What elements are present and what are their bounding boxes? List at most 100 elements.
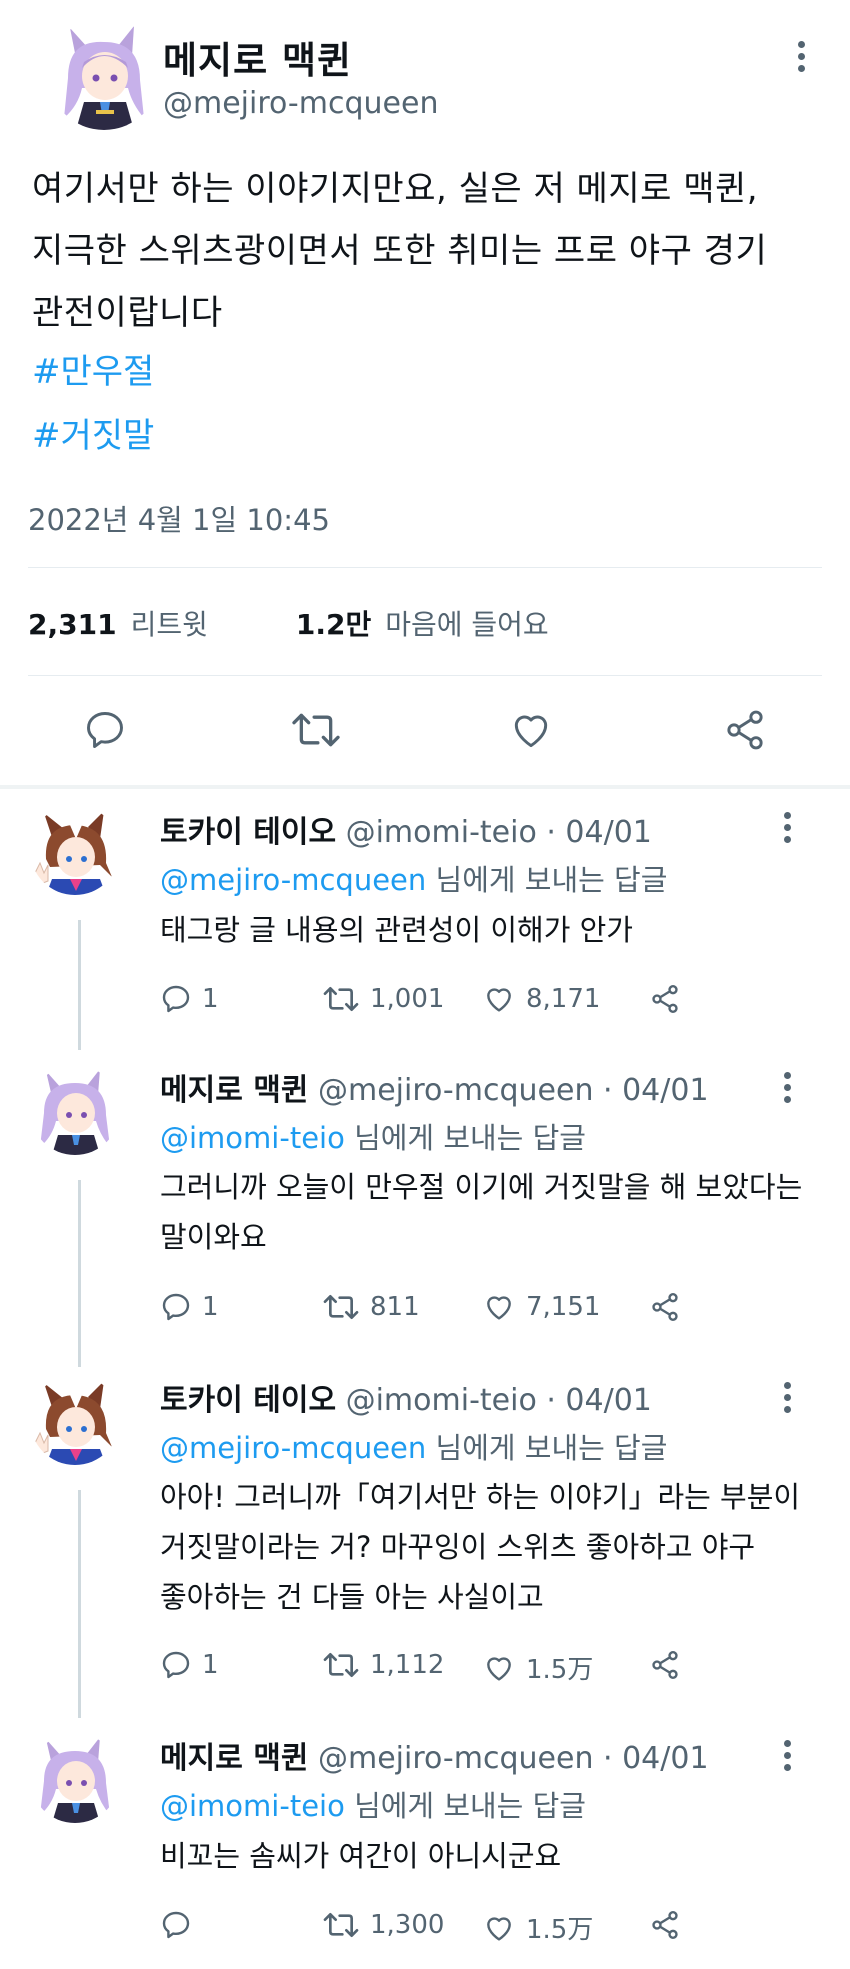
like-count: 1.5万 xyxy=(526,1655,594,1685)
likes-label[interactable]: 마음에 들어요 xyxy=(385,608,548,641)
more-options-icon[interactable] xyxy=(786,36,816,76)
teio-avatar[interactable] xyxy=(30,805,120,895)
reply-tweet[interactable]: 토카이 테이오 @imomi-teio · 04/01 @mejiro-mcqu… xyxy=(0,1361,850,1721)
reply-to-handle-link[interactable]: @imomi-teio xyxy=(160,1789,345,1823)
like-heart-icon[interactable] xyxy=(508,708,554,756)
reply-header: 토카이 테이오 @imomi-teio · 04/01 xyxy=(160,807,652,851)
retweet-icon[interactable] xyxy=(290,708,342,756)
reply-handle-date[interactable]: @imomi-teio · 04/01 xyxy=(346,815,652,850)
reply-text-line: 거짓말이라는 거? 마꾸잉이 스위츠 좋아하고 야구 xyxy=(160,1530,756,1564)
divider xyxy=(28,675,822,676)
like-button[interactable]: 8,171 xyxy=(482,983,600,1015)
reply-count: 1 xyxy=(202,1650,219,1680)
retweet-count: 1,112 xyxy=(370,1650,445,1680)
reply-author-name[interactable]: 메지로 맥퀸 xyxy=(160,1073,308,1108)
reply-author-name[interactable]: 메지로 맥퀸 xyxy=(160,1741,308,1776)
more-options-icon[interactable] xyxy=(772,1735,802,1775)
reply-author-name[interactable]: 토카이 테이오 xyxy=(160,815,336,850)
reply-handle-date[interactable]: @mejiro-mcqueen · 04/01 xyxy=(318,1741,709,1776)
like-count: 1.5万 xyxy=(526,1915,594,1945)
reply-text-line: 좋아하는 건 다들 아는 사실이고 xyxy=(160,1580,544,1614)
reply-to-handle-link[interactable]: @mejiro-mcqueen xyxy=(160,1431,426,1465)
reply-text-line: 아아! 그러니까「여기서만 하는 이야기」라는 부분이 xyxy=(160,1480,801,1514)
reply-actions: 1 1,001 8,171 xyxy=(160,983,720,1023)
tweet-stats: 2,311 리트윗 1.2만 마음에 들어요 xyxy=(28,603,549,643)
main-tweet-actions xyxy=(0,700,850,760)
reply-text-line: 말이와요 xyxy=(160,1220,267,1254)
reply-actions: 1 811 7,151 xyxy=(160,1291,720,1331)
divider xyxy=(28,567,822,568)
reply-to-handle-link[interactable]: @mejiro-mcqueen xyxy=(160,863,426,897)
mcqueen-avatar[interactable] xyxy=(30,1733,120,1823)
share-icon[interactable] xyxy=(648,983,682,1015)
share-icon[interactable] xyxy=(648,1291,682,1323)
retweet-button[interactable]: 1,001 xyxy=(322,983,444,1015)
reply-header: 메지로 맥퀸 @mejiro-mcqueen · 04/01 xyxy=(160,1065,709,1109)
tweet-text: 여기서만 하는 이야기지만요, 실은 저 메지로 맥퀸, 지극한 스위츠광이면서… xyxy=(32,158,822,344)
replying-to: @imomi-teio 님에게 보내는 답글 xyxy=(160,1115,586,1157)
like-count: 7,151 xyxy=(526,1292,601,1322)
like-count: 8,171 xyxy=(526,984,601,1014)
more-options-icon[interactable] xyxy=(772,807,802,847)
author-name[interactable]: 메지로 맥퀸 xyxy=(163,30,352,84)
reply-text-line: 태그랑 글 내용의 관련성이 이해가 안가 xyxy=(160,913,633,947)
tweet-text-line: 관전이랍니다 xyxy=(32,293,223,333)
replying-to: @imomi-teio 님에게 보내는 답글 xyxy=(160,1783,586,1825)
reply-button[interactable]: 1 xyxy=(160,983,219,1015)
reply-handle-date[interactable]: @mejiro-mcqueen · 04/01 xyxy=(318,1073,709,1108)
reply-button[interactable]: 1 xyxy=(160,1291,219,1323)
reply-tweet[interactable]: 메지로 맥퀸 @mejiro-mcqueen · 04/01 @imomi-te… xyxy=(0,1051,850,1361)
reply-count: 1 xyxy=(202,984,219,1014)
retweet-button[interactable]: 811 xyxy=(322,1291,420,1323)
reply-to-suffix: 님에게 보내는 답글 xyxy=(354,1121,586,1155)
like-button[interactable]: 1.5万 xyxy=(482,1649,593,1686)
share-icon[interactable] xyxy=(722,708,768,756)
reply-author-name[interactable]: 토카이 테이오 xyxy=(160,1383,336,1418)
retweet-count: 1,300 xyxy=(370,1910,445,1940)
reply-text: 태그랑 글 내용의 관련성이 이해가 안가 xyxy=(160,905,820,955)
replying-to: @mejiro-mcqueen 님에게 보내는 답글 xyxy=(160,1425,667,1467)
reply-to-suffix: 님에게 보내는 답글 xyxy=(435,863,668,897)
reply-tweet[interactable]: 토카이 테이오 @imomi-teio · 04/01 @mejiro-mcqu… xyxy=(0,789,850,1051)
replying-to: @mejiro-mcqueen 님에게 보내는 답글 xyxy=(160,857,667,899)
reply-text: 아아! 그러니까「여기서만 하는 이야기」라는 부분이 거짓말이라는 거? 마꾸… xyxy=(160,1472,820,1622)
tweet-text-line: 여기서만 하는 이야기지만요, 실은 저 메지로 맥퀸, xyxy=(32,169,759,209)
like-button[interactable]: 1.5万 xyxy=(482,1909,593,1946)
reply-actions: 1,300 1.5万 xyxy=(160,1909,720,1949)
tweet-timestamp[interactable]: 2022년 4월 1일 10:45 xyxy=(28,497,330,539)
more-options-icon[interactable] xyxy=(772,1067,802,1107)
hashtag-link[interactable]: #거짓말 xyxy=(32,408,154,457)
reply-count: 1 xyxy=(202,1292,219,1322)
reply-icon[interactable] xyxy=(82,708,128,756)
retweets-count[interactable]: 2,311 xyxy=(28,608,117,641)
share-icon[interactable] xyxy=(648,1649,682,1681)
reply-text: 비꼬는 솜씨가 여간이 아니시군요 xyxy=(160,1831,820,1881)
retweet-count: 811 xyxy=(370,1292,420,1322)
likes-count[interactable]: 1.2만 xyxy=(296,608,371,641)
reply-actions: 1 1,112 1.5万 xyxy=(160,1649,720,1689)
author-handle[interactable]: @mejiro-mcqueen xyxy=(163,86,438,121)
retweet-count: 1,001 xyxy=(370,984,445,1014)
like-button[interactable]: 7,151 xyxy=(482,1291,600,1323)
reply-tweet[interactable]: 메지로 맥퀸 @mejiro-mcqueen · 04/01 @imomi-te… xyxy=(0,1721,850,1969)
reply-button[interactable]: 1 xyxy=(160,1649,219,1681)
reply-to-suffix: 님에게 보내는 답글 xyxy=(435,1431,668,1465)
retweet-button[interactable]: 1,112 xyxy=(322,1649,444,1681)
reply-to-handle-link[interactable]: @imomi-teio xyxy=(160,1121,345,1155)
hashtag-link[interactable]: #만우절 xyxy=(32,344,154,393)
tweet-text-line: 지극한 스위츠광이면서 또한 취미는 프로 야구 경기 xyxy=(32,231,768,271)
reply-header: 토카이 테이오 @imomi-teio · 04/01 xyxy=(160,1375,652,1419)
reply-text: 그러니까 오늘이 만우절 이기에 거짓말을 해 보았다는 말이와요 xyxy=(160,1162,820,1262)
share-icon[interactable] xyxy=(648,1909,682,1941)
retweet-button[interactable]: 1,300 xyxy=(322,1909,444,1941)
reply-text-line: 비꼬는 솜씨가 여간이 아니시군요 xyxy=(160,1839,562,1873)
retweets-label[interactable]: 리트윗 xyxy=(131,608,208,641)
teio-avatar[interactable] xyxy=(30,1375,120,1465)
reply-handle-date[interactable]: @imomi-teio · 04/01 xyxy=(346,1383,652,1418)
more-options-icon[interactable] xyxy=(772,1377,802,1417)
mcqueen-avatar[interactable] xyxy=(30,1065,120,1155)
tweet-detail-page: 메지로 맥퀸 @mejiro-mcqueen 여기서만 하는 이야기지만요, 실… xyxy=(0,0,850,1969)
author-avatar[interactable] xyxy=(48,18,160,130)
reply-header: 메지로 맥퀸 @mejiro-mcqueen · 04/01 xyxy=(160,1733,709,1777)
reply-button[interactable] xyxy=(160,1909,202,1941)
